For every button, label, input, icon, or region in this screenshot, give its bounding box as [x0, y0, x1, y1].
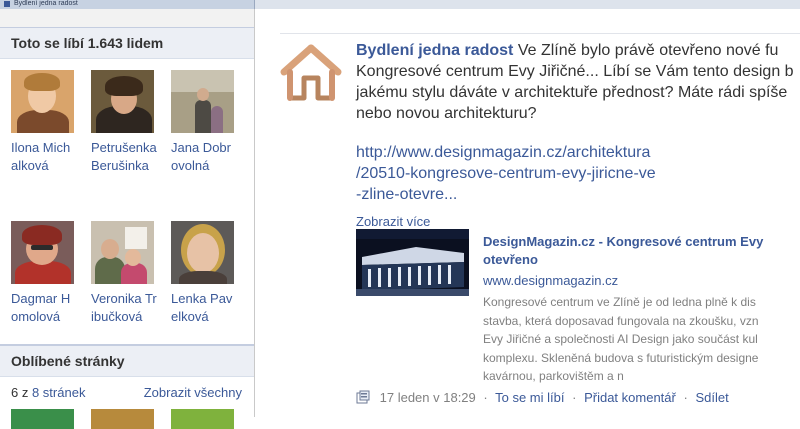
facebook-favicon-icon [4, 1, 10, 7]
page-thumbnails-row [0, 405, 254, 429]
friend-name[interactable]: Petrušenka Berušinka [91, 139, 157, 175]
attachment-title-line[interactable]: DesignMagazin.cz - Kongresové centrum Ev… [483, 234, 763, 249]
show-all-pages-link[interactable]: Zobrazit všechny [144, 385, 242, 400]
attachment-desc-line: Evy Jiřičné a společnosti AI Design jako… [483, 332, 758, 346]
attachment-description: Kongresové centrum ve Zlíně je od ledna … [483, 293, 800, 386]
friend-avatar[interactable] [11, 70, 74, 133]
favorite-pages-box: Oblíbené stránky 6 z 8 stránek Zobrazit … [0, 345, 254, 407]
post-line: jakému stylu dáváte v architektuře předn… [356, 84, 788, 101]
friend-avatar[interactable] [171, 70, 234, 133]
browser-tab-title: Bydlení jedna radost [14, 0, 78, 7]
page-thumbnail[interactable] [171, 409, 234, 429]
page-logo-house-hands-icon[interactable] [280, 42, 343, 105]
friend-card[interactable]: Dagmar Homolová [11, 221, 81, 326]
friend-avatar[interactable] [171, 221, 234, 284]
post-text: Bydlení jedna radost Ve Zlíně bylo právě… [356, 40, 800, 124]
friend-name[interactable]: Lenka Pavelková [171, 290, 237, 326]
attachment-title-line[interactable]: otevřeno [483, 252, 538, 267]
link-attachment[interactable]: DesignMagazin.cz - Kongresové centrum Ev… [356, 229, 800, 383]
post-url-link[interactable]: http://www.designmagazin.cz/architektura… [356, 142, 800, 205]
attachment-desc-line: kavárnou, parkovištěm a n [483, 369, 624, 383]
friend-name[interactable]: Dagmar Homolová [11, 290, 77, 326]
friend-name[interactable]: Jana Dobrovolná [171, 139, 237, 175]
post-footer: 17 leden v 18:29 · To se mi líbí · Přida… [356, 390, 729, 405]
separator: · [483, 390, 488, 405]
page-thumbnail[interactable] [11, 409, 74, 429]
likes-box-title: Toto se líbí 1.643 lidem [0, 28, 254, 59]
like-link[interactable]: To se mi líbí [495, 390, 564, 405]
friend-avatar[interactable] [91, 221, 154, 284]
link-shared-icon [356, 390, 370, 404]
friend-name[interactable]: Ilona Michalková [11, 139, 77, 175]
separator: · [572, 390, 577, 405]
friend-avatar[interactable] [91, 70, 154, 133]
post-line: nebo novou architekturu? [356, 105, 537, 122]
post-url-line[interactable]: -zline-otevre... [356, 186, 457, 203]
friend-card[interactable]: Veronika Tribučková [91, 221, 161, 326]
favorite-pages-title: Oblíbené stránky [0, 346, 254, 377]
attachment-desc-line: Kongresové centrum ve Zlíně je od ledna … [483, 295, 756, 309]
page-thumbnail[interactable] [91, 409, 154, 429]
show-more-link[interactable]: Zobrazit více [356, 214, 800, 229]
friend-card[interactable]: Lenka Pavelková [171, 221, 241, 326]
post-author-link[interactable]: Bydlení jedna radost [356, 42, 513, 59]
attachment-desc-line: stavba, která doposavad fungovala na zko… [483, 313, 759, 328]
main-feed: Bydlení jedna radost Ve Zlíně bylo právě… [255, 9, 800, 417]
feed-divider [280, 33, 800, 34]
add-comment-link[interactable]: Přidat komentář [584, 390, 676, 405]
post-timestamp[interactable]: 17 leden v 18:29 [380, 390, 476, 405]
attachment-thumbnail[interactable] [356, 229, 469, 296]
friend-avatar[interactable] [11, 221, 74, 284]
friend-name[interactable]: Veronika Tribučková [91, 290, 157, 326]
attachment-url[interactable]: www.designmagazin.cz [483, 273, 618, 288]
pages-count-link[interactable]: 8 stránek [32, 385, 85, 400]
post-body: Bydlení jedna radost Ve Zlíně bylo právě… [356, 40, 800, 229]
post-line: Kongresové centrum Evy Jiřičné... Líbí s… [356, 63, 794, 80]
post-url-line[interactable]: http://www.designmagazin.cz/architektura [356, 144, 650, 161]
browser-tab[interactable]: Bydlení jedna radost [0, 0, 255, 9]
pages-count-prefix: 6 z [11, 385, 29, 400]
post-url-line[interactable]: /20510-kongresove-centrum-evy-jiricne-ve [356, 165, 656, 182]
attachment-title-link[interactable]: DesignMagazin.cz - Kongresové centrum Ev… [483, 233, 800, 269]
attachment-desc-line: komplexu. Skleněná budova s futuristický… [483, 350, 759, 365]
share-link[interactable]: Sdílet [695, 390, 728, 405]
friend-card[interactable]: Petrušenka Berušinka [91, 70, 161, 175]
friend-card[interactable]: Jana Dobrovolná [171, 70, 241, 175]
likes-box: Toto se líbí 1.643 lidem Ilona Michalkov… [0, 27, 254, 345]
left-sidebar: Toto se líbí 1.643 lidem Ilona Michalkov… [0, 9, 255, 429]
friend-card[interactable]: Ilona Michalková [11, 70, 81, 175]
post-line: Ve Zlíně bylo právě otevřeno nové fu [517, 42, 779, 59]
separator: · [683, 390, 688, 405]
